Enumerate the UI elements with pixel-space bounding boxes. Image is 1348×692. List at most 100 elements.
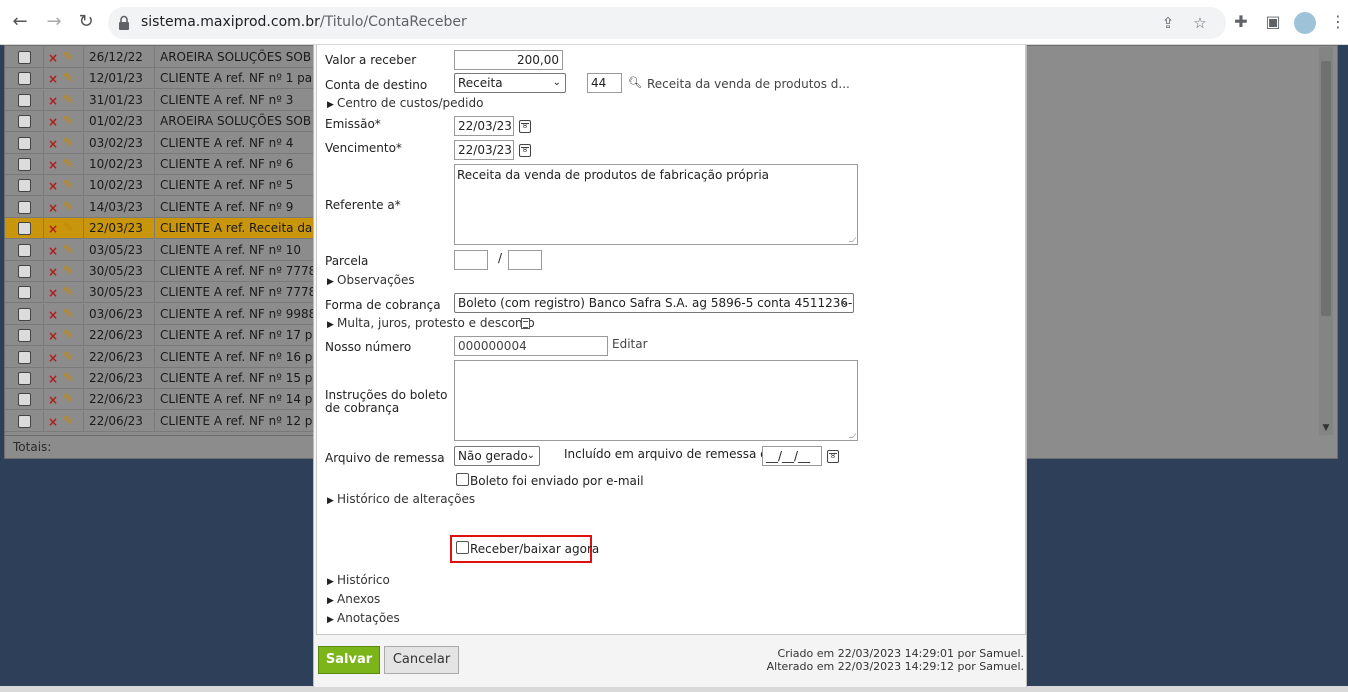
row-checkbox[interactable] — [18, 51, 31, 64]
delete-x-icon[interactable]: × — [48, 326, 60, 346]
menu-kebab-icon[interactable]: ⋮ — [1328, 12, 1348, 32]
row-checkbox[interactable] — [18, 93, 31, 107]
delete-x-icon[interactable]: × — [48, 283, 60, 303]
row-checkbox[interactable] — [18, 329, 31, 343]
search-icon[interactable]: 🔍︎ — [628, 76, 642, 89]
pencil-edit-icon[interactable]: ✎ — [63, 155, 77, 175]
delete-x-icon[interactable]: × — [48, 134, 60, 154]
pencil-edit-icon[interactable]: ✎ — [63, 305, 77, 325]
table-row[interactable]: ×✎ 22/03/23 CLIENTE A ref. Receita da vend… — [5, 218, 315, 240]
pencil-edit-icon[interactable]: ✎ — [63, 91, 77, 111]
calendar-icon[interactable]: 8 — [827, 450, 839, 463]
pencil-edit-icon[interactable]: ✎ — [63, 262, 77, 282]
delete-x-icon[interactable]: × — [48, 219, 60, 239]
row-checkbox[interactable] — [18, 200, 31, 214]
delete-x-icon[interactable]: × — [48, 155, 60, 175]
forma-cobranca-select[interactable]: Boleto (com registro) Banco Safra S.A. a… — [454, 293, 854, 313]
nosso-numero-input[interactable]: 000000004 — [454, 336, 608, 356]
table-row[interactable]: ×✎ 01/02/23 AROEIRA SOLUÇÕES SOB MEDIDA — [5, 111, 315, 133]
address-bar[interactable]: sistema.maxiprod.com.br/Titulo/ContaRece… — [108, 7, 1226, 39]
delete-x-icon[interactable]: × — [48, 198, 60, 218]
conta-code-input[interactable]: 44 — [587, 73, 622, 93]
forward-arrow-icon[interactable]: → — [42, 10, 66, 34]
pencil-edit-icon[interactable]: ✎ — [63, 241, 77, 261]
pencil-edit-icon[interactable]: ✎ — [63, 176, 77, 196]
row-checkbox[interactable] — [18, 307, 31, 321]
calendar-icon[interactable]: 8 — [519, 144, 531, 157]
extensions-puzzle-icon[interactable]: ✚ — [1231, 12, 1251, 32]
historico-alteracoes-toggle[interactable]: ▶ Histórico de alterações — [327, 492, 475, 506]
table-row[interactable]: × ✎ 14/03/23 CLIENTE A ref. NF nº 9 — [5, 196, 315, 218]
table-row[interactable]: × ✎ 03/02/23 CLIENTE A ref. NF nº 4 — [5, 132, 315, 154]
back-arrow-icon[interactable]: ← — [8, 10, 32, 34]
referente-textarea[interactable]: Receita da venda de produtos de fabricaç… — [454, 164, 858, 245]
vencimento-input[interactable]: 22/03/23 — [454, 140, 514, 160]
pencil-edit-icon[interactable]: ✎ — [63, 69, 77, 89]
historico-toggle[interactable]: ▶ Histórico — [327, 573, 390, 587]
row-checkbox[interactable] — [18, 265, 31, 278]
row-checkbox[interactable] — [18, 222, 31, 236]
table-row[interactable]: × ✎ 31/01/23 CLIENTE A ref. NF nº 3 — [5, 89, 315, 111]
reload-icon[interactable]: ↻ — [74, 10, 98, 34]
table-row[interactable]: ×✎ 26/12/22 AROEIRA SOLUÇÕES SOB MEDIDA — [5, 47, 315, 68]
parcela-num-input[interactable] — [454, 250, 488, 270]
pencil-edit-icon[interactable]: ✎ — [63, 48, 77, 68]
instrucoes-textarea[interactable] — [454, 360, 858, 441]
boleto-email-checkbox[interactable] — [456, 473, 469, 486]
table-row[interactable]: × ✎ 30/05/23 CLIENTE A ref. NF nº 777888 — [5, 282, 315, 304]
pencil-edit-icon[interactable]: ✎ — [63, 198, 77, 218]
table-row[interactable]: × ✎ 30/05/23 CLIENTE A ref. NF nº 777888 — [5, 261, 315, 282]
anotacoes-toggle[interactable]: ▶ Anotações — [327, 611, 400, 625]
delete-x-icon[interactable]: × — [48, 48, 60, 68]
delete-x-icon[interactable]: × — [48, 241, 60, 261]
pencil-edit-icon[interactable]: ✎ — [63, 326, 77, 346]
vertical-scrollbar[interactable]: ▼ — [1319, 47, 1333, 435]
delete-x-icon[interactable]: × — [48, 369, 60, 389]
row-checkbox[interactable] — [18, 393, 31, 407]
resize-grip-icon[interactable] — [848, 433, 857, 438]
pencil-edit-icon[interactable]: ✎ — [63, 112, 77, 132]
delete-x-icon[interactable]: × — [48, 91, 60, 111]
delete-x-icon[interactable]: × — [48, 176, 60, 196]
row-checkbox[interactable] — [18, 286, 31, 300]
row-checkbox[interactable] — [18, 243, 31, 257]
centro-custos-toggle[interactable]: ▶ Centro de custos/pedido — [327, 96, 483, 110]
bookmark-star-icon[interactable]: ☆ — [1190, 13, 1210, 33]
receber-baixar-checkbox[interactable] — [456, 541, 469, 554]
delete-x-icon[interactable]: × — [48, 412, 60, 432]
delete-x-icon[interactable]: × — [48, 69, 60, 89]
calendar-icon[interactable]: 8 — [519, 120, 531, 133]
emissao-input[interactable]: 22/03/23 — [454, 116, 514, 136]
cancel-button[interactable]: Cancelar — [384, 646, 459, 674]
pencil-edit-icon[interactable]: ✎ — [63, 219, 77, 239]
table-row[interactable]: ×✎ 22/06/23 CLIENTE A ref. NF nº 14 parc. — [5, 389, 315, 411]
table-row[interactable]: × ✎ 12/01/23 CLIENTE A ref. NF nº 1 parc. — [5, 68, 315, 90]
valor-input[interactable]: 200,00 — [454, 50, 563, 70]
row-checkbox[interactable] — [18, 72, 31, 86]
pencil-edit-icon[interactable]: ✎ — [63, 134, 77, 154]
conta-destino-select[interactable]: Receita ⌄ — [454, 73, 566, 93]
incluido-date-input[interactable]: __/__/__ — [762, 446, 822, 466]
row-checkbox[interactable] — [18, 158, 31, 171]
delete-x-icon[interactable]: × — [48, 348, 60, 368]
row-checkbox[interactable] — [18, 372, 31, 385]
profile-avatar[interactable] — [1294, 12, 1316, 34]
pencil-edit-icon[interactable]: ✎ — [63, 283, 77, 303]
row-checkbox[interactable] — [18, 136, 31, 150]
row-checkbox[interactable] — [18, 115, 31, 129]
table-row[interactable]: × ✎ 10/02/23 CLIENTE A ref. NF nº 5 — [5, 175, 315, 197]
delete-x-icon[interactable]: × — [48, 112, 60, 132]
pencil-edit-icon[interactable]: ✎ — [63, 348, 77, 368]
table-row[interactable]: ×✎ 22/06/23 CLIENTE A ref. NF nº 12 parc. — [5, 410, 315, 432]
editar-link[interactable]: Editar — [612, 337, 648, 351]
arquivo-remessa-select[interactable]: Não gerado ⌄ — [454, 446, 540, 466]
delete-x-icon[interactable]: × — [48, 262, 60, 282]
multa-juros-toggle[interactable]: ▶ Multa, juros, protesto e desconto — [327, 316, 535, 330]
row-checkbox[interactable] — [18, 179, 31, 193]
table-row[interactable]: ×✎ 22/06/23 CLIENTE A ref. NF nº 17 parc. — [5, 325, 315, 347]
table-row[interactable]: ×✎ 22/06/23 CLIENTE A ref. NF nº 16 parc. — [5, 346, 315, 368]
delete-x-icon[interactable]: × — [48, 305, 60, 325]
table-row[interactable]: ×✎ 22/06/23 CLIENTE A ref. NF nº 15 parc. — [5, 368, 315, 389]
side-panel-icon[interactable]: ▣ — [1263, 12, 1283, 32]
document-icon[interactable] — [521, 318, 530, 329]
